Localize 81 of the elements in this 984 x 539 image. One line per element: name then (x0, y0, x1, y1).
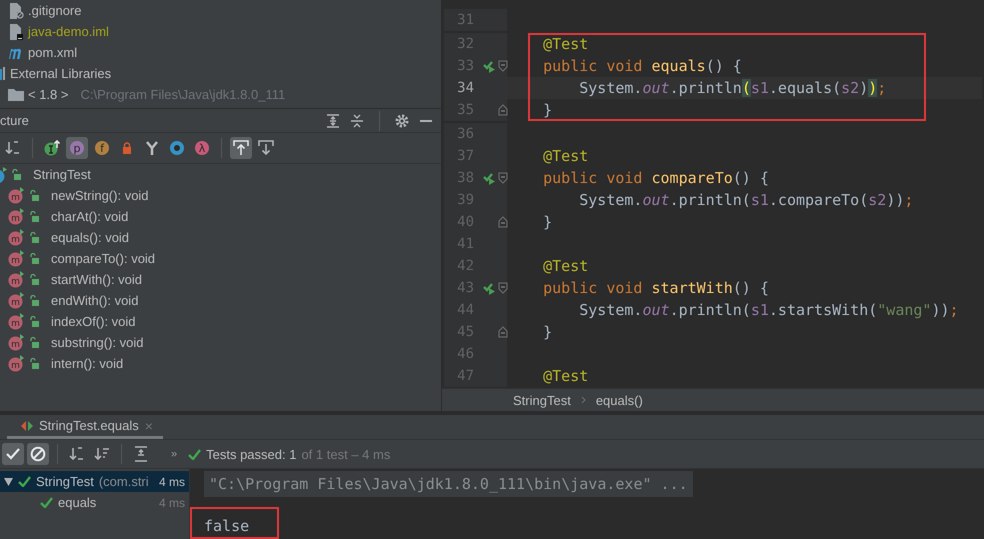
code-line: @Test (542, 257, 588, 275)
stop-icon (30, 446, 46, 462)
expand-all-icon (134, 446, 148, 462)
code-line: @Test (542, 367, 588, 385)
run-config-icon (21, 420, 33, 430)
method-name[interactable]: newString(): void (51, 188, 149, 203)
code-line: System.out.println(s1.equals(s2)); (578, 79, 886, 97)
fold-icon[interactable] (498, 60, 508, 72)
fold-icon[interactable] (498, 104, 508, 116)
code-line: System.out.println(s1.compareTo(s2)); (578, 191, 914, 209)
library-icon (0, 67, 6, 80)
run-test-icon[interactable] (482, 171, 496, 185)
sort-alpha-icon (69, 446, 85, 462)
code-line: public void startWith() { (542, 279, 769, 297)
test-summary: of 1 test – 4 ms (301, 446, 390, 462)
more-icon[interactable]: » (171, 448, 178, 460)
test-row[interactable]: equals 4 ms (0, 492, 189, 513)
file-name[interactable]: java-demo.iml (28, 24, 109, 39)
check-icon (18, 476, 31, 487)
test-status: Tests passed: 1 (206, 446, 296, 462)
unlocked-icon (30, 358, 39, 369)
collapse-all-icon[interactable] (350, 114, 364, 128)
breadcrumb[interactable]: StringTest (513, 392, 571, 408)
code-line: public void compareTo() { (542, 169, 769, 187)
code-line: } (542, 323, 552, 341)
method-name[interactable]: intern(): void (51, 356, 124, 371)
unlocked-icon (30, 337, 39, 348)
file-name[interactable]: pom.xml (28, 45, 78, 60)
class-name[interactable]: StringTest (33, 167, 91, 182)
method-name[interactable]: equals(): void (51, 230, 130, 245)
method-name[interactable]: startWith(): void (51, 272, 142, 287)
sort-duration-icon (94, 446, 110, 462)
fold-icon[interactable] (498, 282, 508, 294)
line-number: 34 (456, 80, 474, 96)
method-name[interactable]: charAt(): void (51, 209, 128, 224)
class-icon (0, 166, 8, 182)
file-icon (10, 2, 24, 18)
code-line: @Test (542, 35, 588, 53)
code-line: public void equals() { (542, 57, 742, 75)
settings-icon[interactable] (395, 114, 409, 128)
code-line: } (542, 213, 552, 231)
file-name[interactable]: < 1.8 > (28, 87, 68, 102)
unlocked-icon (30, 232, 39, 243)
unlocked-icon (30, 316, 39, 327)
toolbar-button[interactable] (2, 443, 24, 465)
method-name[interactable]: endWith(): void (51, 293, 138, 308)
breadcrumb[interactable]: equals() (596, 392, 643, 408)
unlocked-icon (12, 169, 21, 180)
sdk-path: C:\Program Files\Java\jdk1.8.0_111 (80, 87, 286, 102)
file-name[interactable]: External Libraries (10, 66, 112, 81)
toolbar-button[interactable] (27, 443, 49, 465)
code-line: } (542, 101, 552, 119)
run-test-icon[interactable] (482, 281, 496, 295)
code-line: @Test (542, 147, 588, 165)
run-test-icon[interactable] (482, 59, 496, 73)
check-icon (188, 448, 202, 460)
code-line: System.out.println(s1.startsWith("wang")); (578, 301, 959, 319)
expand-icon[interactable] (4, 478, 13, 486)
unlocked-icon (30, 295, 39, 306)
test-row[interactable]: StringTest (com.stri 4 ms (0, 471, 189, 492)
method-name[interactable]: indexOf(): void (51, 314, 136, 329)
check-icon (40, 497, 53, 508)
lock-icon[interactable] (122, 142, 132, 154)
unlocked-icon (30, 253, 39, 264)
panel-title: cture (0, 113, 30, 128)
expand-all-icon[interactable] (326, 114, 340, 128)
chevron-icon (580, 396, 586, 404)
fold-icon[interactable] (498, 326, 508, 338)
file-name[interactable]: .gitignore (28, 3, 82, 18)
unlocked-icon (30, 274, 39, 285)
unlocked-icon (30, 190, 39, 201)
run-tab[interactable]: StringTest.equals × (7, 415, 163, 439)
fold-icon[interactable] (498, 172, 508, 184)
folder-icon (8, 88, 24, 101)
file-icon (10, 24, 24, 40)
method-name[interactable]: substring(): void (51, 335, 144, 350)
unlocked-icon (30, 211, 39, 222)
fold-icon[interactable] (498, 216, 508, 228)
method-name[interactable]: compareTo(): void (51, 251, 156, 266)
fork-icon[interactable] (145, 140, 159, 156)
check-icon (6, 448, 20, 460)
